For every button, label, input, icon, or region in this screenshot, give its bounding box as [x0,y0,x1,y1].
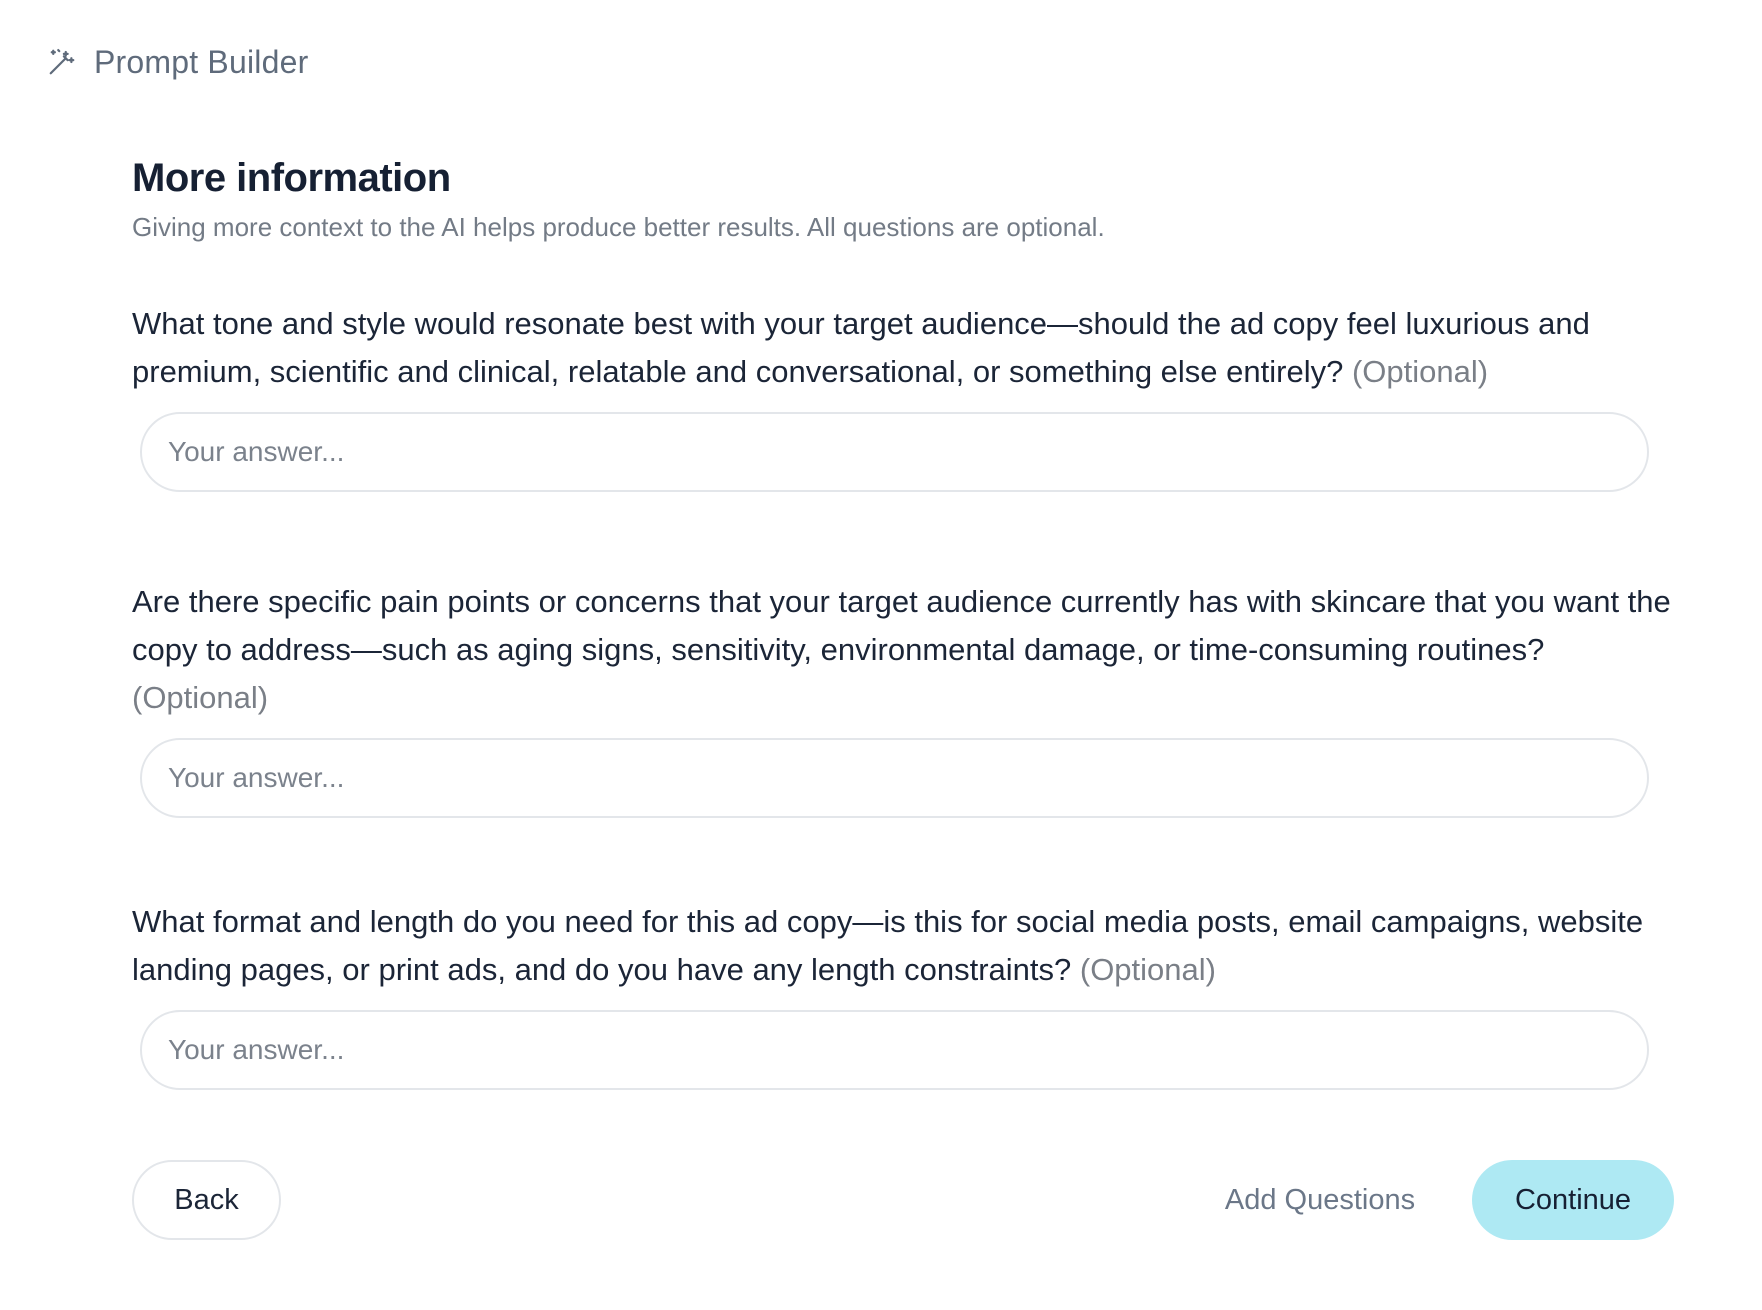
question-block-3: What format and length do you need for t… [132,898,1672,1090]
app-header: Prompt Builder [46,40,308,84]
main-content: More information Giving more context to … [132,150,1672,1090]
answer-input-2[interactable] [140,738,1649,818]
question-block-2: Are there specific pain points or concer… [132,578,1672,818]
answer-input-1[interactable] [140,412,1649,492]
add-questions-button[interactable]: Add Questions [1205,1160,1435,1240]
back-button[interactable]: Back [132,1160,281,1240]
page-subtitle: Giving more context to the AI helps prod… [132,212,1105,242]
optional-label: (Optional) [1351,354,1489,389]
question-text: Are there specific pain points or concer… [132,578,1672,722]
continue-button[interactable]: Continue [1472,1160,1674,1240]
page-title: More information [132,156,451,200]
app-window: Prompt Builder More information Giving m… [0,0,1762,1310]
answer-input-3[interactable] [140,1010,1649,1090]
question-label: Are there specific pain points or concer… [132,584,1671,667]
app-title: Prompt Builder [94,43,309,80]
magic-wand-icon [46,46,78,78]
question-block-1: What tone and style would resonate best … [132,300,1672,492]
question-label: What format and length do you need for t… [132,904,1644,987]
optional-label: (Optional) [132,680,269,715]
optional-label: (Optional) [1079,952,1216,987]
question-text: What format and length do you need for t… [132,898,1672,994]
question-text: What tone and style would resonate best … [132,300,1672,396]
